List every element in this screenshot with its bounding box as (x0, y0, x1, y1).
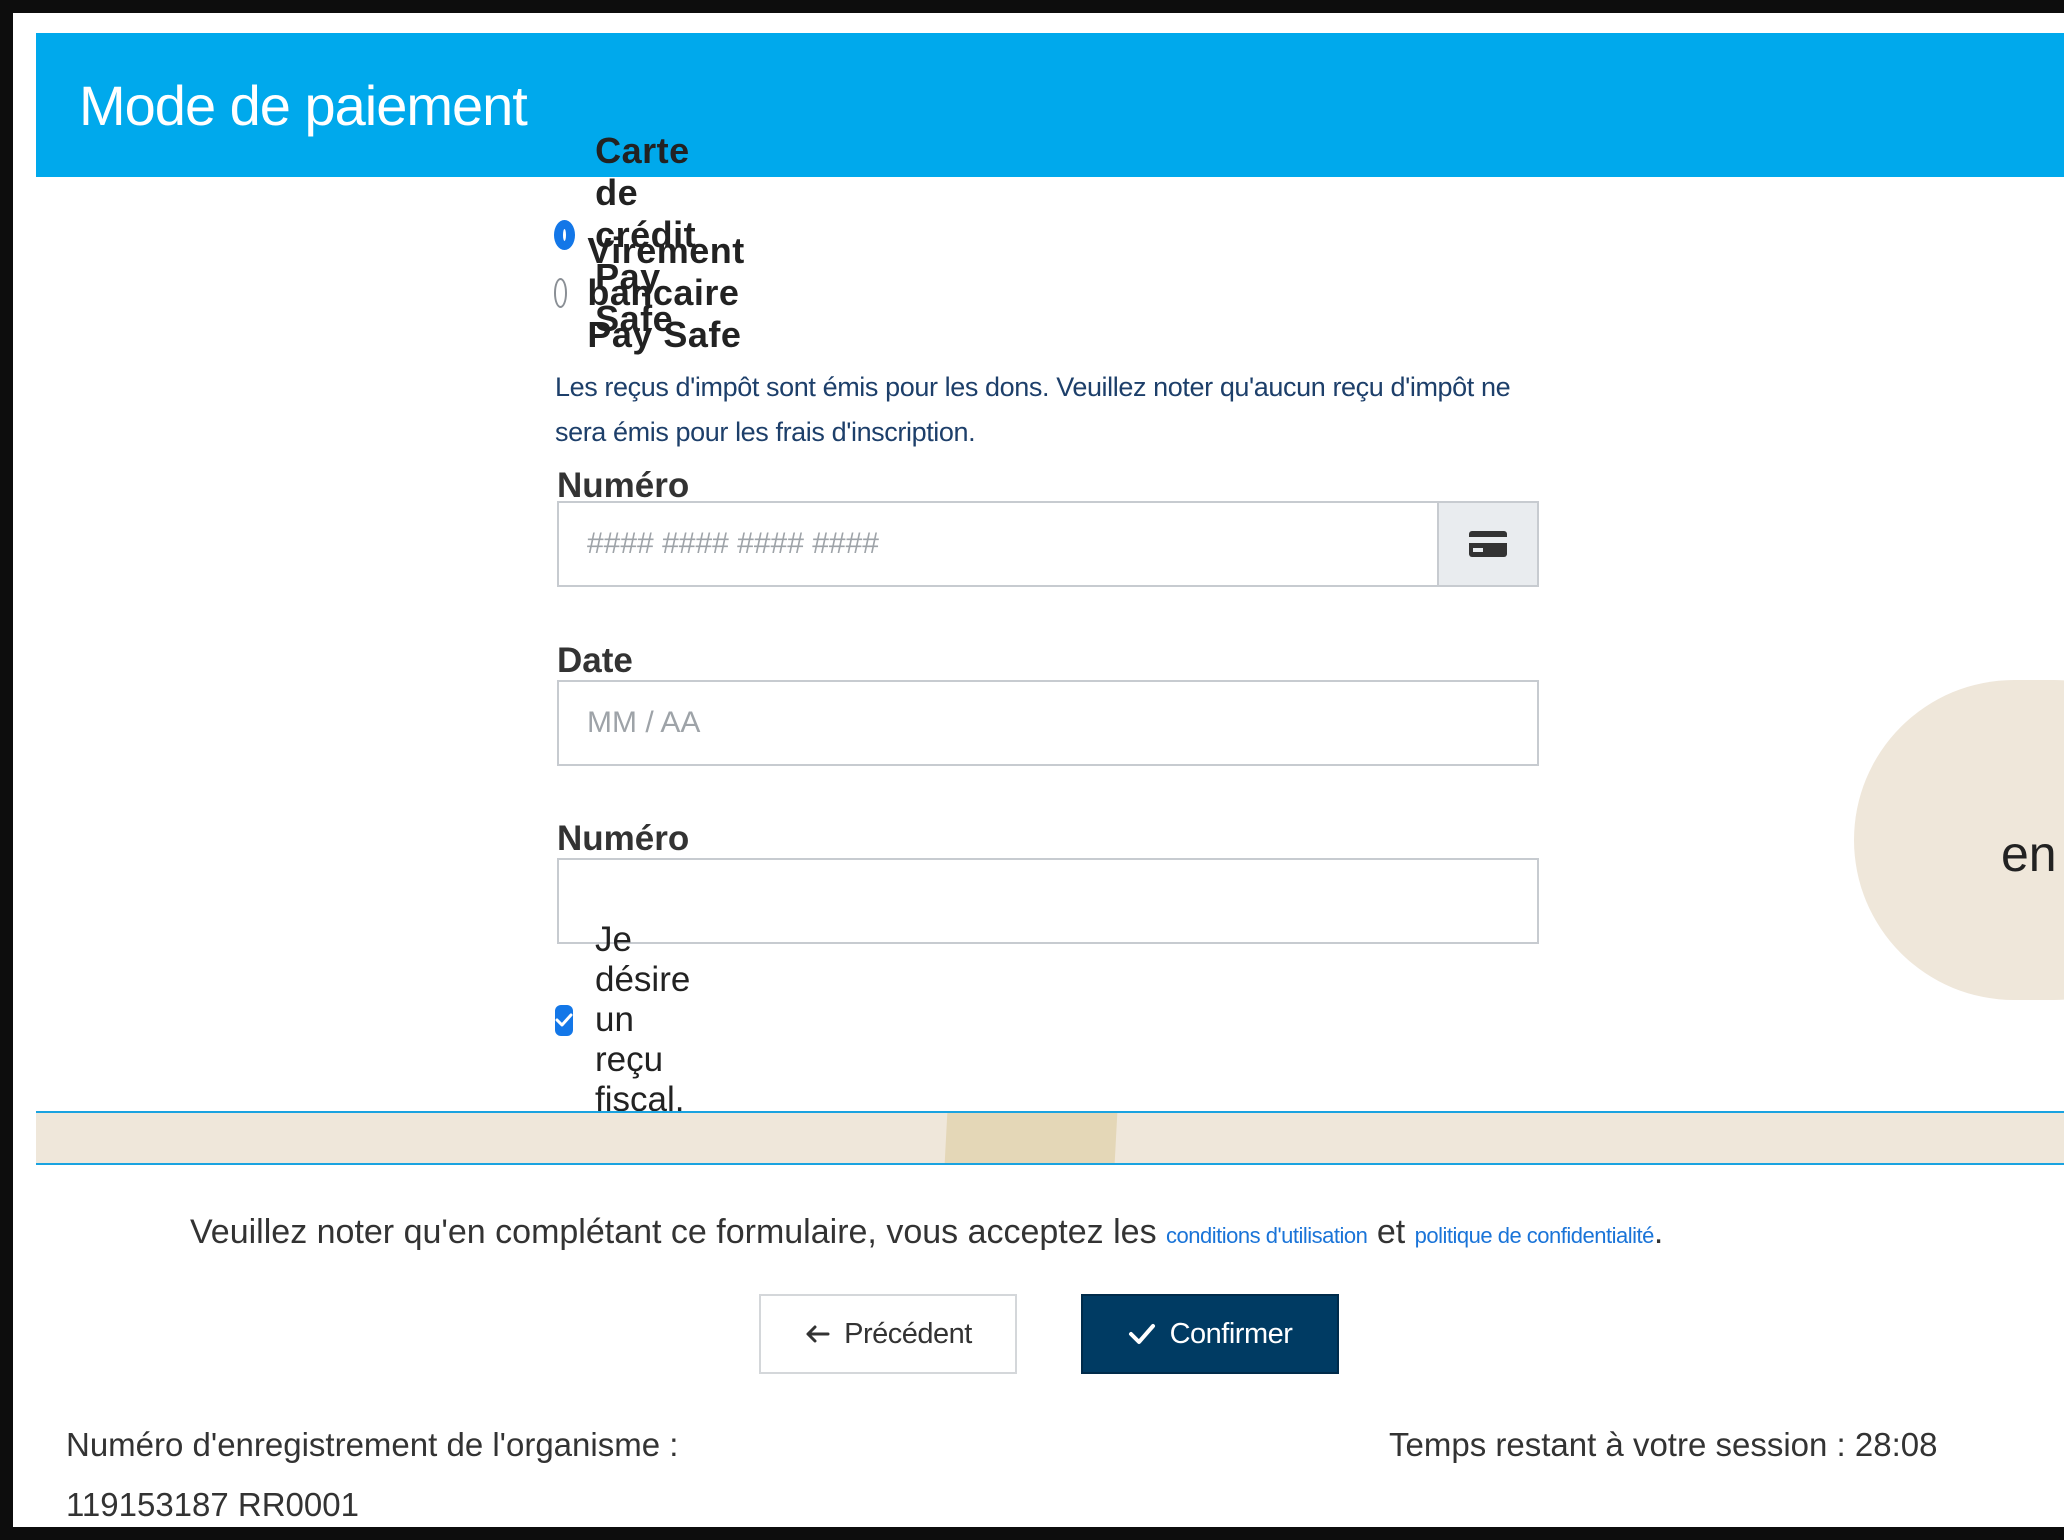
terms-of-use-link[interactable]: conditions d'utilisation (1166, 1223, 1368, 1248)
credit-card-icon (1437, 501, 1539, 587)
previous-button[interactable]: Précédent (759, 1294, 1017, 1374)
decorative-band (36, 1111, 2064, 1165)
session-timer: Temps restant à votre session : 28:08 (1389, 1426, 1938, 1463)
radio-button-selected[interactable] (554, 220, 576, 250)
confirm-button[interactable]: Confirmer (1081, 1294, 1339, 1374)
page-header: Mode de paiement (36, 33, 2064, 177)
card-number-input[interactable] (557, 501, 1439, 587)
arrow-left-icon (804, 1324, 830, 1344)
tax-receipt-checkbox-row[interactable]: Je désire un reçu fiscal. (555, 920, 703, 1119)
page-frame: Mode de paiement Carte de crédit Pay Saf… (13, 13, 2064, 1527)
side-bubble-text: en (2001, 826, 2057, 882)
terms-prefix: Veuillez noter qu'en complétant ce formu… (190, 1213, 1157, 1251)
tax-receipt-checkbox[interactable] (555, 1004, 573, 1036)
tax-receipt-note: Les reçus d'impôt sont émis pour les don… (555, 372, 1511, 447)
checkmark-icon (555, 1013, 573, 1027)
checkmark-icon (1128, 1323, 1156, 1345)
radio-button[interactable] (554, 278, 568, 308)
registration-label: Numéro d'enregistrement de l'organisme : (66, 1426, 679, 1463)
previous-button-label: Précédent (844, 1317, 972, 1350)
terms-notice: Veuillez noter qu'en complétant ce formu… (190, 1213, 1663, 1252)
tax-receipt-label: Je désire un reçu fiscal. (595, 920, 691, 1119)
registration-number: 119153187 RR0001 (66, 1486, 359, 1523)
radio-bank-transfer[interactable]: Virement bancaire Pay Safe (554, 230, 761, 355)
privacy-policy-link[interactable]: politique de confidentialité (1415, 1223, 1655, 1248)
terms-conjunction: et (1376, 1213, 1406, 1251)
terms-suffix: . (1653, 1213, 1664, 1251)
page-title: Mode de paiement (79, 74, 528, 137)
radio-label: Virement bancaire Pay Safe (587, 230, 745, 355)
expiry-date-input[interactable] (557, 680, 1539, 766)
confirm-button-label: Confirmer (1169, 1317, 1293, 1350)
decorative-shape (944, 1113, 1118, 1163)
cvv-input[interactable] (557, 858, 1539, 944)
